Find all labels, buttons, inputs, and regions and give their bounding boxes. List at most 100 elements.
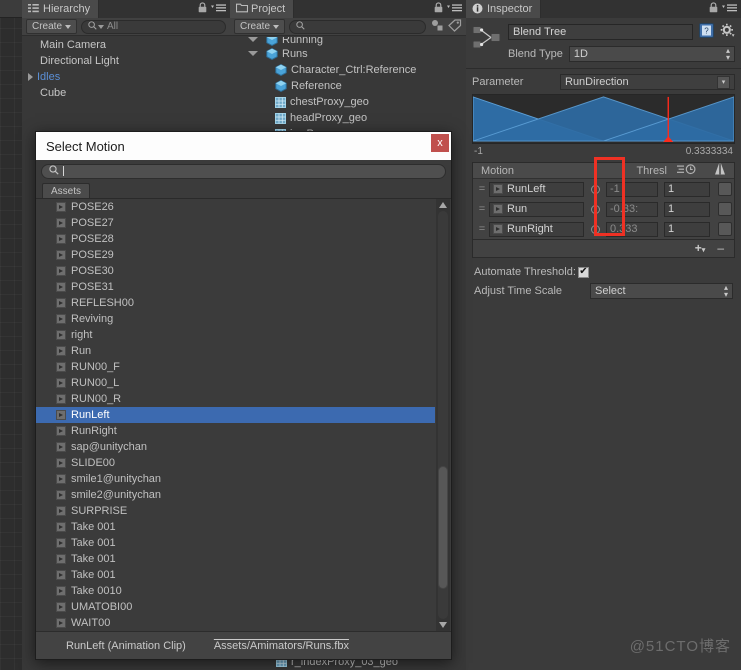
parameter-dropdown[interactable]: RunDirection ▾ bbox=[560, 74, 735, 90]
asset-list-item[interactable]: RUN00_R bbox=[36, 391, 435, 407]
expand-arrow-icon[interactable] bbox=[248, 37, 258, 46]
asset-list-item[interactable]: POSE28 bbox=[36, 231, 435, 247]
close-icon[interactable]: x bbox=[431, 134, 449, 152]
filter-by-type-icon[interactable] bbox=[430, 19, 444, 35]
project-menu-icon[interactable] bbox=[447, 3, 463, 16]
motion-object-field[interactable]: Run bbox=[489, 201, 584, 217]
asset-list-item[interactable]: Reviving bbox=[36, 311, 435, 327]
asset-list-item[interactable]: SLIDE00 bbox=[36, 455, 435, 471]
project-item[interactable]: chestProxy_geo bbox=[230, 94, 466, 110]
mesh-icon bbox=[275, 112, 286, 124]
asset-list-item[interactable]: POSE29 bbox=[36, 247, 435, 263]
hierarchy-item[interactable]: Main Camera bbox=[22, 37, 230, 53]
motion-mirror-toggle[interactable] bbox=[718, 222, 732, 236]
asset-list-item[interactable]: RUN00_F bbox=[36, 359, 435, 375]
select-motion-search-input[interactable] bbox=[41, 163, 446, 179]
tab-assets[interactable]: Assets bbox=[42, 183, 91, 198]
motion-timescale-value: 1 bbox=[668, 183, 675, 195]
asset-list-item[interactable]: POSE27 bbox=[36, 215, 435, 231]
help-icon[interactable]: ? bbox=[699, 23, 714, 41]
asset-list-item-label: Take 001 bbox=[71, 537, 116, 549]
asset-list-item[interactable]: RUN00_L bbox=[36, 375, 435, 391]
motion-object-field[interactable]: RunLeft bbox=[489, 181, 584, 197]
animation-clip-icon bbox=[56, 442, 66, 452]
motion-threshold-field[interactable]: 0.333 bbox=[606, 221, 658, 237]
asset-list-item[interactable]: POSE30 bbox=[36, 263, 435, 279]
prefab-icon bbox=[266, 48, 278, 60]
asset-list-item[interactable]: REFLESH00 bbox=[36, 295, 435, 311]
asset-list-item-label: Take 001 bbox=[71, 553, 116, 565]
project-item[interactable]: headProxy_geo bbox=[230, 110, 466, 126]
project-item[interactable]: Runs bbox=[230, 46, 466, 62]
drag-handle-icon[interactable]: = bbox=[475, 223, 489, 235]
asset-list-item[interactable]: right bbox=[36, 327, 435, 343]
motion-object-field[interactable]: RunRight bbox=[489, 221, 584, 237]
motion-mirror-toggle[interactable] bbox=[718, 202, 732, 216]
hierarchy-menu-icon[interactable] bbox=[211, 3, 227, 16]
asset-name-field[interactable]: Blend Tree bbox=[508, 24, 693, 40]
select-motion-statusbar: RunLeft (Animation Clip) Assets/Amimator… bbox=[36, 631, 451, 659]
tab-inspector[interactable]: Inspector bbox=[466, 0, 542, 18]
lock-icon[interactable] bbox=[709, 2, 718, 16]
blend-type-dropdown[interactable]: 1D ▴ ▾ bbox=[568, 46, 735, 62]
asset-list-item[interactable]: RunRight bbox=[36, 423, 435, 439]
asset-list-item[interactable]: POSE31 bbox=[36, 279, 435, 295]
asset-list-item[interactable]: UMATOBI00 bbox=[36, 599, 435, 615]
scrollbar-thumb[interactable] bbox=[438, 466, 448, 589]
motion-source-radio[interactable] bbox=[584, 204, 606, 214]
asset-list-item[interactable]: smile2@unitychan bbox=[36, 487, 435, 503]
asset-list-item[interactable]: Take 001 bbox=[36, 519, 435, 535]
drag-handle-icon[interactable]: = bbox=[475, 203, 489, 215]
hierarchy-item[interactable]: Idles bbox=[22, 69, 230, 85]
motion-timescale-field[interactable]: 1 bbox=[664, 221, 710, 237]
tab-project[interactable]: Project bbox=[230, 0, 295, 18]
project-create-button[interactable]: Create bbox=[234, 19, 286, 34]
project-item[interactable]: Character_Ctrl:Reference bbox=[230, 62, 466, 78]
filter-by-label-icon[interactable] bbox=[448, 18, 462, 35]
hierarchy-item[interactable]: Directional Light bbox=[22, 53, 230, 69]
asset-list-item[interactable]: WAIT00 bbox=[36, 615, 435, 631]
project-item[interactable]: Reference bbox=[230, 78, 466, 94]
add-motion-button[interactable]: +▾ bbox=[695, 241, 706, 255]
asset-list-item[interactable]: Run bbox=[36, 343, 435, 359]
asset-list-item[interactable]: Take 001 bbox=[36, 567, 435, 583]
inspector-menu-icon[interactable] bbox=[722, 3, 738, 16]
asset-list-item[interactable]: Take 001 bbox=[36, 535, 435, 551]
hierarchy-search-input[interactable]: All bbox=[81, 19, 226, 34]
asset-list-item[interactable]: RunLeft bbox=[36, 407, 435, 423]
asset-list-item[interactable]: Take 0010 bbox=[36, 583, 435, 599]
scroll-down-icon[interactable] bbox=[436, 619, 450, 631]
blend-tree-graph[interactable] bbox=[472, 94, 735, 144]
gear-icon[interactable] bbox=[720, 23, 735, 41]
expand-arrow-icon[interactable] bbox=[28, 73, 33, 81]
adjust-time-scale-dropdown[interactable]: Select ▴ ▾ bbox=[590, 283, 733, 299]
project-item[interactable]: Running bbox=[230, 37, 466, 46]
motion-threshold-value: -0.33: bbox=[610, 203, 639, 215]
selected-asset-name: RunLeft (Animation Clip) bbox=[66, 639, 186, 652]
scroll-up-icon[interactable] bbox=[436, 199, 450, 211]
motion-mirror-toggle[interactable] bbox=[718, 182, 732, 196]
motion-timescale-field[interactable]: 1 bbox=[664, 181, 710, 197]
tab-hierarchy[interactable]: Hierarchy bbox=[22, 0, 100, 18]
asset-list-item[interactable]: smile1@unitychan bbox=[36, 471, 435, 487]
asset-list-item[interactable]: SURPRISE bbox=[36, 503, 435, 519]
motion-source-radio[interactable] bbox=[584, 224, 606, 234]
hierarchy-create-button[interactable]: Create bbox=[26, 19, 78, 34]
remove-motion-button[interactable]: – bbox=[717, 241, 724, 255]
hierarchy-item[interactable]: Cube bbox=[22, 85, 230, 101]
automate-threshold-checkbox[interactable]: ✔ bbox=[577, 266, 589, 278]
motion-source-radio[interactable] bbox=[584, 184, 606, 194]
select-motion-scrollbar[interactable] bbox=[436, 199, 450, 631]
lock-icon[interactable] bbox=[198, 2, 207, 16]
motion-threshold-field[interactable]: -0.33: bbox=[606, 201, 658, 217]
motion-timescale-field[interactable]: 1 bbox=[664, 201, 710, 217]
lock-icon[interactable] bbox=[434, 2, 443, 16]
motion-threshold-field[interactable]: -1 bbox=[606, 181, 658, 197]
drag-handle-icon[interactable]: = bbox=[475, 183, 489, 195]
expand-arrow-icon[interactable] bbox=[248, 51, 258, 60]
asset-list-item[interactable]: sap@unitychan bbox=[36, 439, 435, 455]
asset-list-item-label: Take 001 bbox=[71, 569, 116, 581]
project-search-input[interactable] bbox=[289, 19, 426, 34]
asset-list-item[interactable]: Take 001 bbox=[36, 551, 435, 567]
asset-list-item[interactable]: POSE26 bbox=[36, 199, 435, 215]
